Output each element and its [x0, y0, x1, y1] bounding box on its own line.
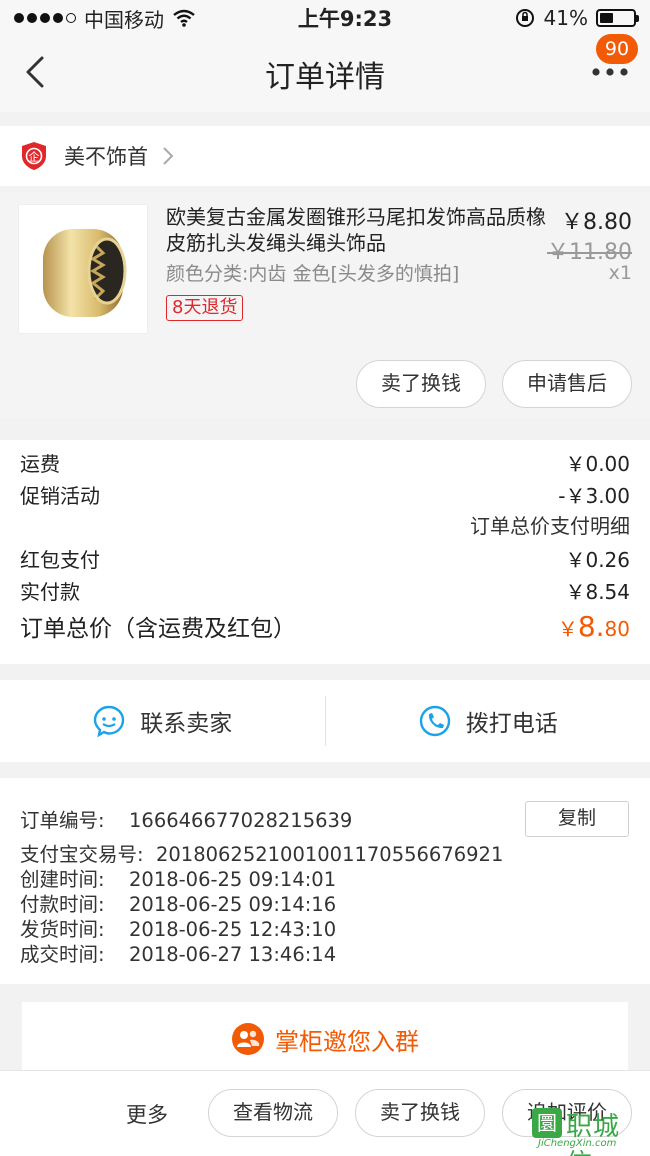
resell-button[interactable]: 卖了换钱	[356, 360, 486, 408]
carrier-label: 中国移动	[84, 7, 164, 32]
status-right: 41%	[486, 6, 639, 30]
nav-bar: 订单详情 90	[0, 34, 650, 112]
order-info: 订单编号: 1666466770282156​39 复制 支付宝交易号: 2018…	[0, 778, 650, 984]
shipping-value: ￥0.00	[565, 451, 630, 476]
page-title: 订单详情	[265, 60, 385, 95]
watermark-url: JiChengXin.com	[538, 1138, 617, 1149]
after-sales-button[interactable]: 申请售后	[502, 360, 632, 408]
total-row: 订单总价（含运费及红包） ￥8.80	[20, 606, 630, 646]
back-icon[interactable]	[16, 52, 56, 92]
shipped-label: 发货时间:	[20, 918, 105, 941]
status-time: 上午9:23	[297, 7, 393, 31]
completed-time: 2018-06-27 13:46:14	[129, 943, 337, 966]
total-int: 8.	[577, 609, 605, 643]
call-label: 拨打电话	[465, 711, 558, 737]
product-title[interactable]: 欧美复古金属发圈锥形马尾扣发饰高品质橡皮筋扎头发绳头绳头饰品	[166, 204, 546, 256]
shop-name: 美不饰首	[64, 145, 148, 169]
shipping-label: 运费	[20, 451, 60, 476]
watermark-logo: 圜	[532, 1108, 562, 1138]
promo-label: 促销活动	[20, 483, 100, 508]
paid-time: 2018-06-25 09:14:16	[129, 893, 337, 916]
join-group-card[interactable]: 掌柜邀您入群	[22, 1002, 628, 1076]
alipay-number: 2018062521001001170556676921	[155, 843, 504, 866]
created-row: 创建时间: 2018-06-25 09:14:01	[20, 867, 630, 892]
redpacket-value: ￥0.26	[565, 547, 630, 572]
payment-detail-link[interactable]: 订单总价支付明细	[20, 510, 630, 542]
watermark: 圜 职城信 JiChengXin.com	[532, 1104, 644, 1156]
promo-row: 促销活动 -￥3.00	[20, 478, 630, 510]
total-currency: ￥	[557, 616, 578, 641]
order-number-label: 订单编号:	[20, 809, 105, 832]
join-group-label: 掌柜邀您入群	[275, 1027, 419, 1056]
total-value: ￥8.80	[558, 610, 630, 643]
phone-icon	[419, 705, 450, 737]
redpacket-row: 红包支付 ￥0.26	[20, 542, 630, 574]
product-sku: 颜色分类:内齿 金色[头发多的慎拍]	[166, 263, 460, 285]
fee-summary: 运费 ￥0.00 促销活动 -￥3.00 订单总价支付明细 红包支付 ￥0.26…	[0, 440, 650, 664]
battery-level	[600, 13, 614, 23]
more-button[interactable]: 更多	[126, 1099, 168, 1129]
alipay-row: 支付宝交易号: 2018062521001001170556676921	[20, 842, 630, 867]
order-number: 1666466770282156​39	[129, 809, 353, 832]
created-time: 2018-06-25 09:14:01	[129, 868, 337, 891]
group-icon	[232, 1023, 264, 1055]
contact-bar: 联系卖家 拨打电话	[0, 680, 650, 762]
shop-logo-char: 企	[29, 150, 40, 164]
view-logistics-button[interactable]: 查看物流	[208, 1089, 338, 1137]
total-dec: 80	[604, 616, 630, 641]
completed-row: 成交时间: 2018-06-27 13:46:14	[20, 942, 630, 967]
message-count-badge: 90	[596, 34, 638, 64]
wifi-icon	[173, 9, 195, 27]
call-button[interactable]: 拨打电话	[326, 680, 650, 762]
paid-label: 实付款	[20, 579, 80, 604]
signal-icon	[14, 13, 76, 23]
paid-time-row: 付款时间: 2018-06-25 09:14:16	[20, 892, 630, 917]
redpacket-label: 红包支付	[20, 547, 100, 572]
completed-label: 成交时间:	[20, 943, 105, 966]
paid-value: ￥8.54	[565, 579, 630, 604]
resell-bottom-button[interactable]: 卖了换钱	[355, 1089, 485, 1137]
rotation-lock-icon	[515, 9, 534, 27]
status-bar: 中国移动 上午9:23 41%	[0, 0, 650, 36]
shop-row[interactable]: 企 美不饰首	[0, 126, 650, 186]
battery-percent: 41%	[543, 6, 588, 30]
contact-seller-button[interactable]: 联系卖家	[0, 680, 325, 762]
paid-time-label: 付款时间:	[20, 893, 105, 916]
alipay-label: 支付宝交易号:	[20, 843, 144, 866]
contact-seller-label: 联系卖家	[140, 711, 233, 737]
copy-button[interactable]: 复制	[525, 801, 629, 837]
shipped-time: 2018-06-25 12:43:10	[129, 918, 337, 941]
paid-row: 实付款 ￥8.54	[20, 574, 630, 606]
product-price: ￥8.80	[561, 210, 632, 235]
more-icon[interactable]	[590, 58, 630, 98]
shipping-row: 运费 ￥0.00	[20, 446, 630, 478]
chevron-right-icon	[163, 147, 174, 165]
product-quantity: x1	[608, 262, 632, 284]
shop-badge-icon: 企	[22, 142, 46, 170]
shipped-row: 发货时间: 2018-06-25 12:43:10	[20, 917, 630, 942]
battery-icon	[596, 9, 639, 27]
created-label: 创建时间:	[20, 868, 105, 891]
product-card[interactable]: 欧美复古金属发圈锥形马尾扣发饰高品质橡皮筋扎头发绳头绳头饰品 颜色分类:内齿 金…	[0, 192, 650, 418]
promo-value: -￥3.00	[558, 483, 630, 508]
total-label: 订单总价（含运费及红包）	[20, 616, 296, 642]
return-policy-tag: 8天退货	[166, 295, 244, 321]
chat-icon	[94, 705, 125, 738]
product-image[interactable]	[18, 204, 148, 334]
